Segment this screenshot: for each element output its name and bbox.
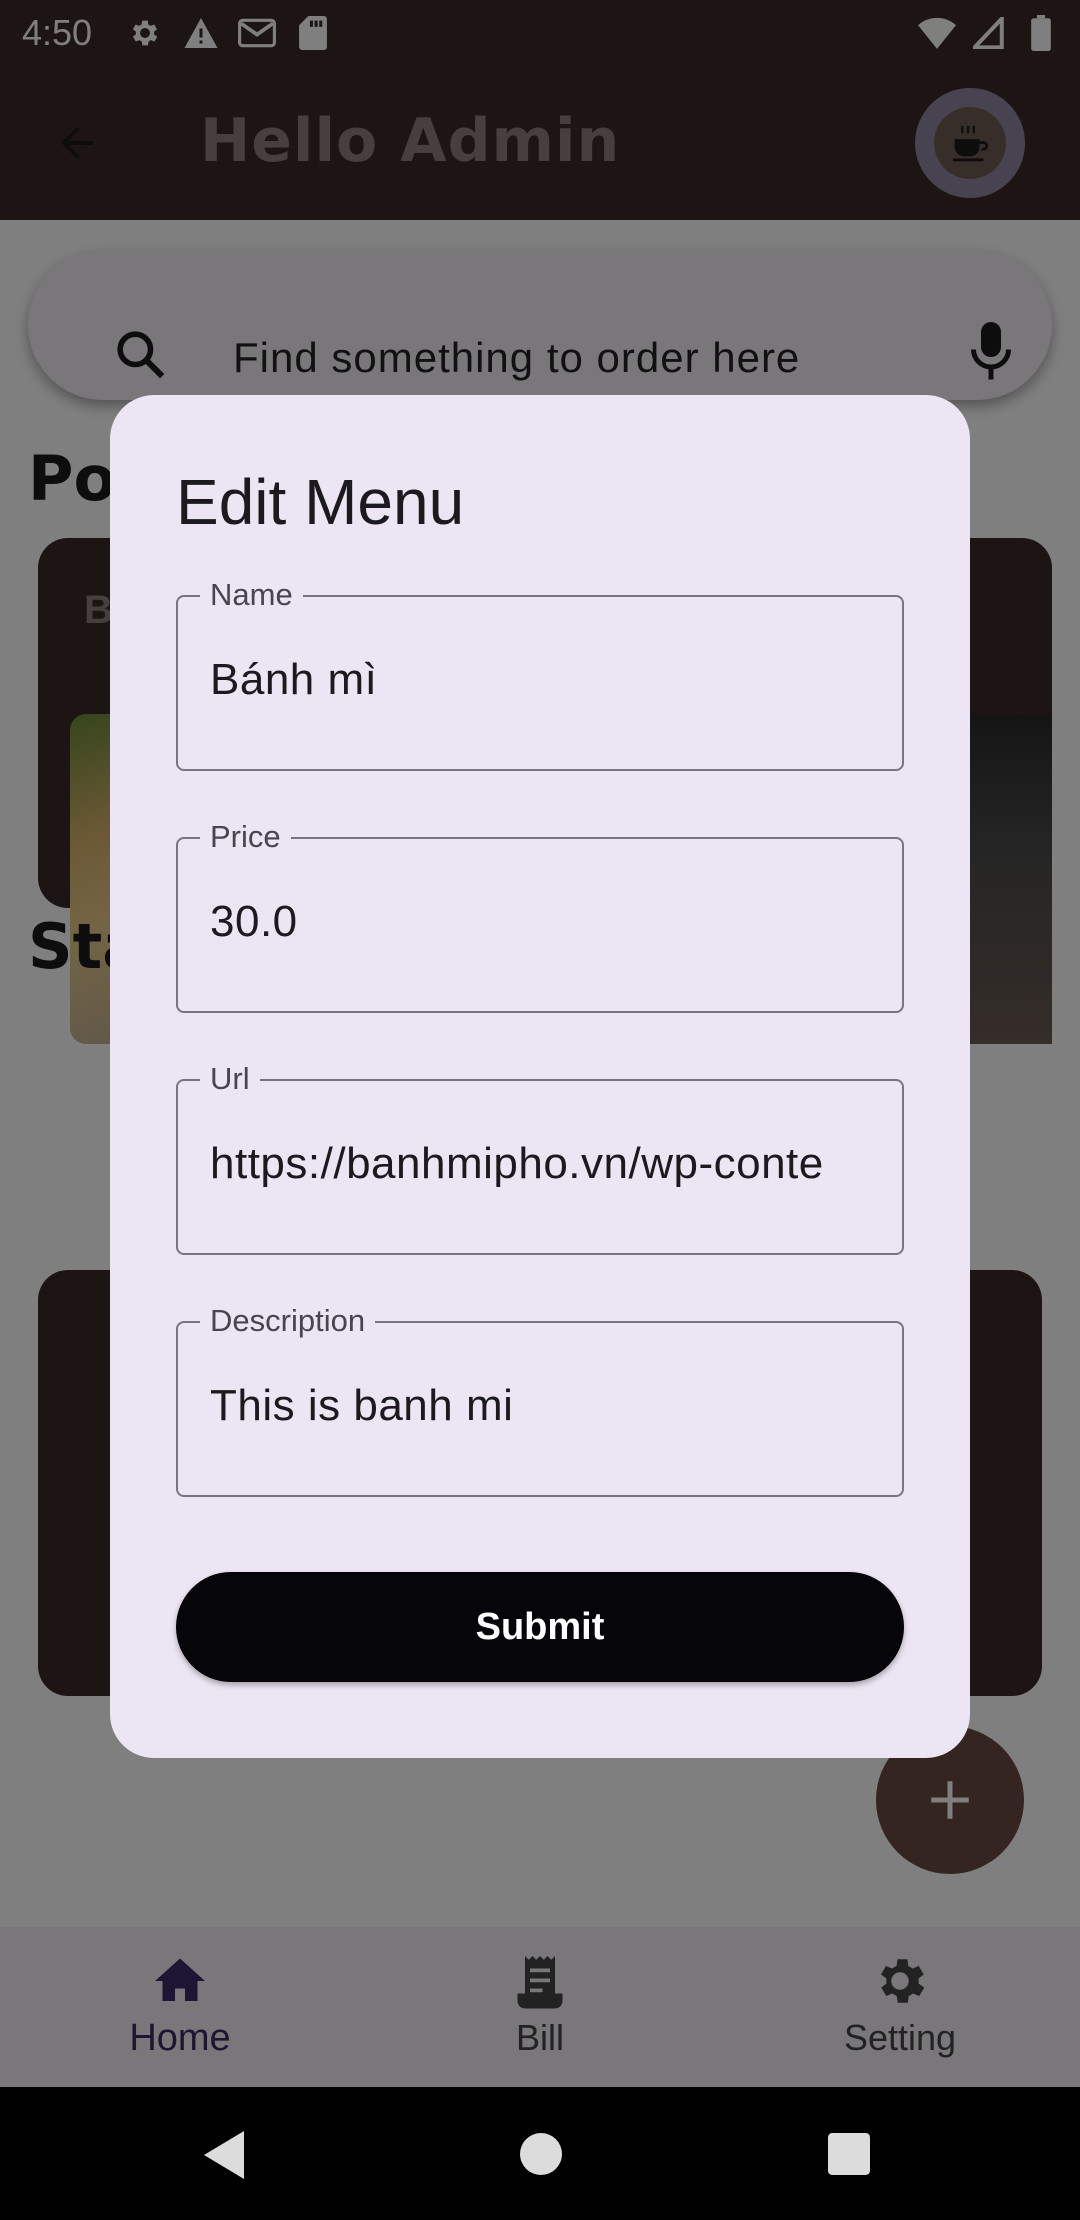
edit-menu-dialog: Edit Menu Name Bánh mì Price 30.0 Url ht…	[110, 395, 970, 1758]
submit-button-label: Submit	[475, 1605, 605, 1648]
system-recents-icon[interactable]	[828, 2133, 870, 2180]
url-field-label: Url	[200, 1061, 260, 1097]
price-field[interactable]: Price 30.0	[176, 819, 904, 1013]
system-back-icon[interactable]	[204, 2131, 248, 2184]
description-field-label: Description	[200, 1303, 376, 1339]
url-field-value[interactable]: https://banhmipho.vn/wp-conte	[210, 1139, 882, 1189]
price-field-value[interactable]: 30.0	[210, 897, 882, 947]
description-field[interactable]: Description This is banh mi	[176, 1303, 904, 1497]
name-field-value[interactable]: Bánh mì	[210, 655, 882, 705]
description-field-value[interactable]: This is banh mi	[210, 1381, 882, 1431]
submit-button[interactable]: Submit	[176, 1572, 904, 1682]
name-field-label: Name	[200, 577, 303, 613]
price-field-label: Price	[200, 819, 291, 855]
system-home-icon[interactable]	[520, 2133, 562, 2180]
url-field[interactable]: Url https://banhmipho.vn/wp-conte	[176, 1061, 904, 1255]
system-navigation-bar	[0, 2087, 1080, 2220]
name-field[interactable]: Name Bánh mì	[176, 577, 904, 771]
dialog-title: Edit Menu	[176, 466, 465, 538]
